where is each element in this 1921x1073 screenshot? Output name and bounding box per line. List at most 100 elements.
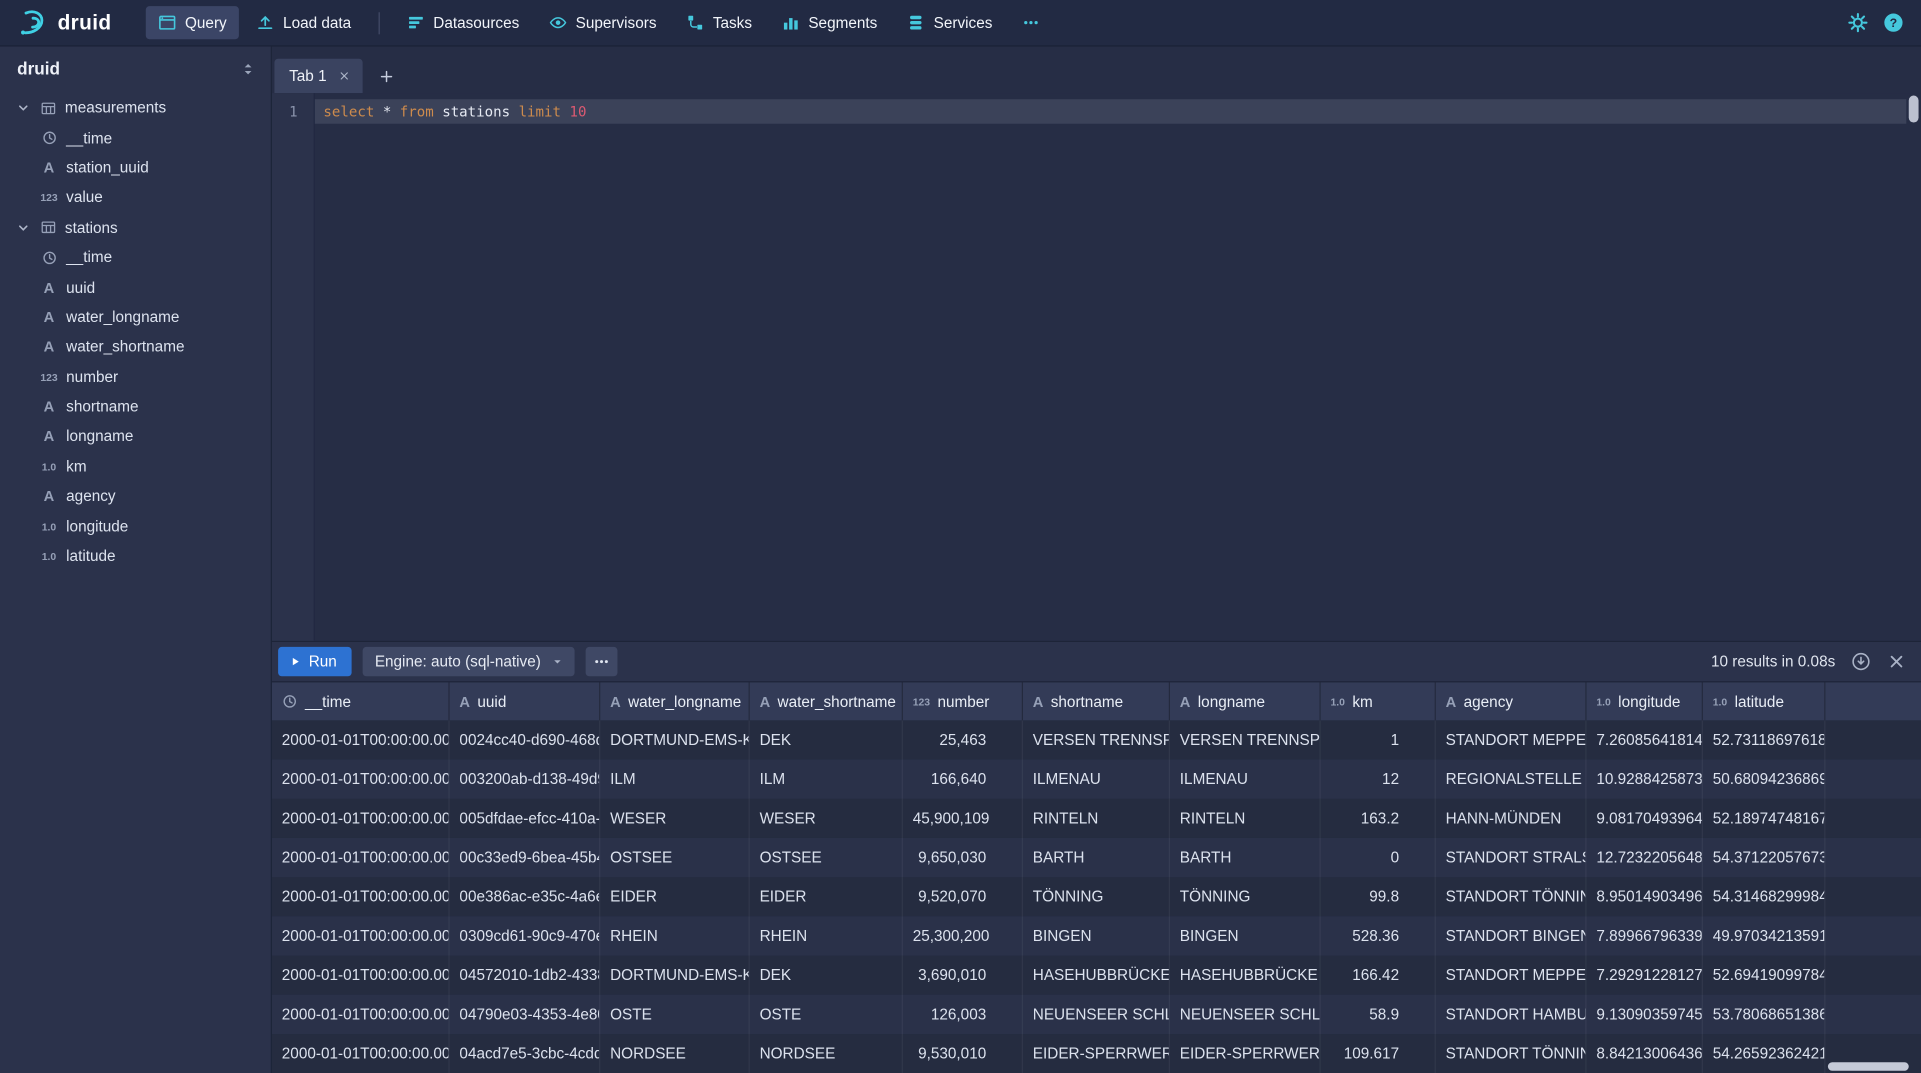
cell-water-longname[interactable]: OSTSEE xyxy=(600,838,749,877)
cell-water-shortname[interactable]: EIDER xyxy=(750,877,903,916)
cell-water-shortname[interactable]: DEK xyxy=(750,720,903,759)
cell-longname[interactable]: VERSEN TRENNSPITZE xyxy=(1170,720,1321,759)
cell-number[interactable]: 126,003 xyxy=(903,995,1023,1034)
cell-shortname[interactable]: VERSEN TRENNSPITZE xyxy=(1023,720,1170,759)
nav-item-segments[interactable]: Segments xyxy=(769,6,889,39)
column-header-water-longname[interactable]: Awater_longname xyxy=(600,682,749,720)
cell-longitude[interactable]: 7.899667963397 xyxy=(1587,916,1703,955)
cell-latitude[interactable]: 50.68094236869 xyxy=(1703,760,1826,799)
cell-time[interactable]: 2000-01-01T00:00:00.000Z xyxy=(272,916,450,955)
column-header-longname[interactable]: Alongname xyxy=(1170,682,1321,720)
cell-water-longname[interactable]: DORTMUND-EMS-KANAL xyxy=(600,956,749,995)
cell-water-longname[interactable]: RHEIN xyxy=(600,916,749,955)
cell-water-shortname[interactable]: ILM xyxy=(750,760,903,799)
cell-latitude[interactable]: 52.18974748167 xyxy=(1703,799,1826,838)
cell-water-shortname[interactable]: OSTE xyxy=(750,995,903,1034)
cell-agency[interactable]: STANDORT MEPPEN xyxy=(1436,720,1587,759)
brand[interactable]: druid xyxy=(17,7,111,38)
query-editor[interactable]: 1 select * from stations limit 10 xyxy=(272,93,1921,641)
cell-water-longname[interactable]: OSTE xyxy=(600,995,749,1034)
cell-shortname[interactable]: ILMENAU xyxy=(1023,760,1170,799)
cell-number[interactable]: 45,900,109 xyxy=(903,799,1023,838)
cell-longitude[interactable]: 7.260856418142 xyxy=(1587,720,1703,759)
column-header-longitude[interactable]: 1.0longitude xyxy=(1587,682,1703,720)
tree-column-number[interactable]: 123number xyxy=(0,362,271,392)
cell-shortname[interactable]: NEUENSEER SCHLEUSE xyxy=(1023,995,1170,1034)
nav-item-load-data[interactable]: Load data xyxy=(244,6,364,39)
tree-column-station-uuid[interactable]: Astation_uuid xyxy=(0,153,271,183)
cell-longname[interactable]: EIDER-SPERRWERK AP xyxy=(1170,1034,1321,1073)
cell-uuid[interactable]: 04572010-1db2-4338- xyxy=(450,956,601,995)
tree-column-latitude[interactable]: 1.0latitude xyxy=(0,541,271,571)
download-icon[interactable] xyxy=(1851,652,1871,672)
nav-item-supervisors[interactable]: Supervisors xyxy=(536,6,668,39)
tree-column-value[interactable]: 123value xyxy=(0,183,271,213)
cell-longname[interactable]: ILMENAU xyxy=(1170,760,1321,799)
cell-latitude[interactable]: 54.31468299984 xyxy=(1703,877,1826,916)
cell-longitude[interactable]: 7.292912281272 xyxy=(1587,956,1703,995)
column-header-time[interactable]: __time xyxy=(272,682,450,720)
cell-agency[interactable]: REGIONALSTELLE SUHL xyxy=(1436,760,1587,799)
column-header-uuid[interactable]: Auuid xyxy=(450,682,601,720)
cell-km[interactable]: 99.8 xyxy=(1321,877,1436,916)
column-header-shortname[interactable]: Ashortname xyxy=(1023,682,1170,720)
cell-longname[interactable]: RINTELN xyxy=(1170,799,1321,838)
cell-shortname[interactable]: RINTELN xyxy=(1023,799,1170,838)
cell-longitude[interactable]: 10.92884258739 xyxy=(1587,760,1703,799)
cell-latitude[interactable]: 53.78068651386 xyxy=(1703,995,1826,1034)
cell-km[interactable]: 1 xyxy=(1321,720,1436,759)
sort-icon[interactable] xyxy=(240,61,256,77)
cell-shortname[interactable]: BARTH xyxy=(1023,838,1170,877)
cell-number[interactable]: 9,530,010 xyxy=(903,1034,1023,1073)
cell-time[interactable]: 2000-01-01T00:00:00.000Z xyxy=(272,838,450,877)
tree-column-time[interactable]: __time xyxy=(0,123,271,153)
tree-column-shortname[interactable]: Ashortname xyxy=(0,392,271,422)
cell-uuid[interactable]: 0024cc40-d690-468d- xyxy=(450,720,601,759)
tree-table-measurements[interactable]: measurements xyxy=(0,93,271,123)
cell-uuid[interactable]: 00e386ac-e35c-4a6e- xyxy=(450,877,601,916)
cell-km[interactable]: 58.9 xyxy=(1321,995,1436,1034)
cell-latitude[interactable]: 52.73118697618 xyxy=(1703,720,1826,759)
cell-latitude[interactable]: 54.37122057673 xyxy=(1703,838,1826,877)
tree-column-water-shortname[interactable]: Awater_shortname xyxy=(0,332,271,362)
tree-column-agency[interactable]: Aagency xyxy=(0,482,271,512)
column-header-latitude[interactable]: 1.0latitude xyxy=(1703,682,1826,720)
column-header-number[interactable]: 123number xyxy=(903,682,1023,720)
cell-water-shortname[interactable]: RHEIN xyxy=(750,916,903,955)
tree-column-longname[interactable]: Alongname xyxy=(0,422,271,452)
cell-km[interactable]: 0 xyxy=(1321,838,1436,877)
cell-latitude[interactable]: 54.26592362421 xyxy=(1703,1034,1826,1073)
cell-km[interactable]: 528.36 xyxy=(1321,916,1436,955)
tree-column-time[interactable]: __time xyxy=(0,243,271,273)
tab-close-icon[interactable] xyxy=(338,70,350,82)
cell-longname[interactable]: BINGEN xyxy=(1170,916,1321,955)
cell-longitude[interactable]: 8.950149034965 xyxy=(1587,877,1703,916)
cell-time[interactable]: 2000-01-01T00:00:00.000Z xyxy=(272,1034,450,1073)
nav-item-query[interactable]: Query xyxy=(146,6,239,39)
cell-longitude[interactable]: 8.842130064364 xyxy=(1587,1034,1703,1073)
tab-1[interactable]: Tab 1 xyxy=(274,59,362,93)
cell-time[interactable]: 2000-01-01T00:00:00.000Z xyxy=(272,760,450,799)
cell-number[interactable]: 9,650,030 xyxy=(903,838,1023,877)
cell-uuid[interactable]: 04acd7e5-3cbc-4cdd- xyxy=(450,1034,601,1073)
cell-longitude[interactable]: 12.72322056486 xyxy=(1587,838,1703,877)
cell-agency[interactable]: STANDORT BINGEN xyxy=(1436,916,1587,955)
cell-km[interactable]: 12 xyxy=(1321,760,1436,799)
cell-longname[interactable]: NEUENSEER SCHLEUSE xyxy=(1170,995,1321,1034)
cell-shortname[interactable]: TÖNNING xyxy=(1023,877,1170,916)
cell-water-shortname[interactable]: OSTSEE xyxy=(750,838,903,877)
query-more-button[interactable] xyxy=(586,647,618,676)
cell-time[interactable]: 2000-01-01T00:00:00.000Z xyxy=(272,799,450,838)
cell-latitude[interactable]: 49.97034213591 xyxy=(1703,916,1826,955)
cell-number[interactable]: 3,690,010 xyxy=(903,956,1023,995)
cell-time[interactable]: 2000-01-01T00:00:00.000Z xyxy=(272,956,450,995)
cell-latitude[interactable]: 52.69419099784 xyxy=(1703,956,1826,995)
cell-km[interactable]: 109.617 xyxy=(1321,1034,1436,1073)
close-results-icon[interactable] xyxy=(1887,652,1907,672)
cell-number[interactable]: 25,463 xyxy=(903,720,1023,759)
cell-longname[interactable]: TÖNNING xyxy=(1170,877,1321,916)
nav-item-tasks[interactable]: Tasks xyxy=(674,6,765,39)
run-button[interactable]: Run xyxy=(278,647,351,676)
cell-uuid[interactable]: 04790e03-4353-4e80- xyxy=(450,995,601,1034)
column-header-water-shortname[interactable]: Awater_shortname xyxy=(750,682,903,720)
